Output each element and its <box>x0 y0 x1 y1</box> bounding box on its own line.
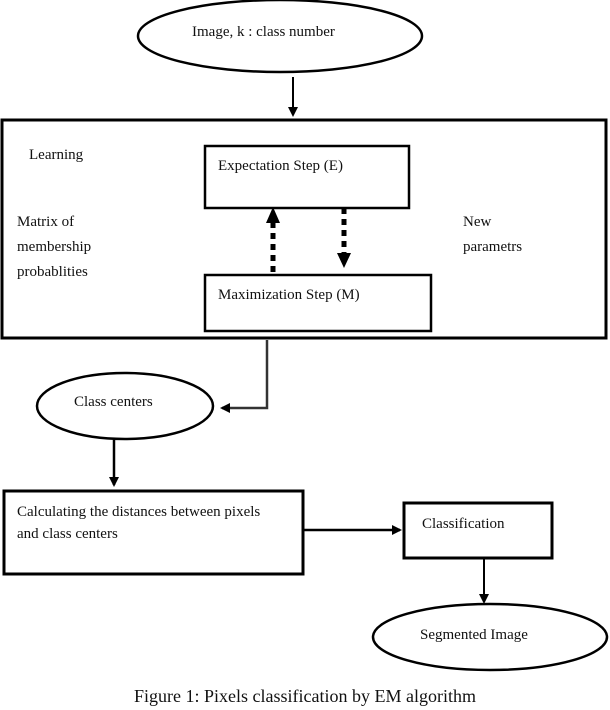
left-note-line-1: Matrix of <box>17 214 75 230</box>
m-step-label: Maximization Step (M) <box>218 287 360 303</box>
flowchart-canvas <box>0 0 609 672</box>
learning-label: Learning <box>29 147 84 163</box>
figure-caption: Figure 1: Pixels classification by EM al… <box>134 686 476 706</box>
class-centers-label: Class centers <box>74 394 153 410</box>
distance-label-line-2: and class centers <box>17 526 118 542</box>
arrow-e-to-m-head <box>337 253 351 268</box>
input-node-label: Image, k : class number <box>192 24 335 40</box>
left-note-line-2: membership <box>17 239 92 255</box>
left-note-line-3: probablities <box>17 264 88 280</box>
classification-label: Classification <box>422 516 505 532</box>
right-note-line-1: New <box>463 214 492 230</box>
arrow-m-to-e-head <box>266 207 280 223</box>
distance-label-line-1: Calculating the distances between pixels <box>17 504 261 520</box>
output-node-label: Segmented Image <box>420 627 528 643</box>
right-note-line-2: parametrs <box>463 239 523 255</box>
arrow-learning-to-class-centers <box>220 340 269 413</box>
e-step-label: Expectation Step (E) <box>218 158 343 174</box>
